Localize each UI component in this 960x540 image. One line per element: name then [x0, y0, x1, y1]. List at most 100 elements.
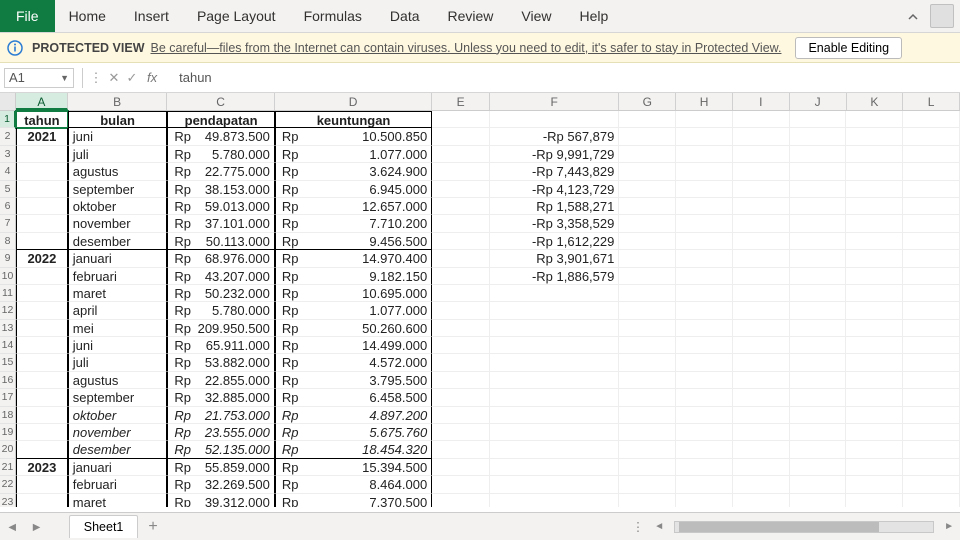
cell-empty[interactable]	[619, 354, 676, 371]
cell-empty[interactable]	[790, 163, 847, 180]
cell-f-value[interactable]	[490, 407, 619, 424]
cell-empty[interactable]	[432, 215, 490, 232]
cell-empty[interactable]	[790, 302, 847, 319]
cell-empty[interactable]	[432, 424, 490, 441]
cell-empty[interactable]	[619, 407, 676, 424]
cell-bulan[interactable]: maret	[68, 494, 168, 507]
cell-tahun[interactable]	[16, 181, 68, 198]
cell-tahun[interactable]	[16, 372, 68, 389]
tab-view[interactable]: View	[507, 0, 565, 32]
cell-empty[interactable]	[619, 441, 676, 458]
cell-f-value[interactable]: -Rp 3,358,529	[490, 215, 619, 232]
cell-f-value[interactable]	[490, 372, 619, 389]
cell-empty[interactable]	[676, 389, 733, 406]
cell-empty[interactable]	[846, 111, 903, 128]
cell-empty[interactable]	[733, 181, 790, 198]
cell-tahun[interactable]: 2023	[16, 459, 68, 476]
cell-tahun[interactable]	[16, 268, 68, 285]
tab-data[interactable]: Data	[376, 0, 434, 32]
cell-tahun[interactable]	[16, 215, 68, 232]
cell-empty[interactable]	[619, 215, 676, 232]
cell-tahun[interactable]	[16, 198, 68, 215]
cell-empty[interactable]	[790, 389, 847, 406]
sheet-nav-prev-icon[interactable]: ◄	[0, 520, 24, 534]
formula-content[interactable]: tahun	[163, 70, 960, 85]
cell-tahun[interactable]	[16, 320, 68, 337]
cell-empty[interactable]	[676, 459, 733, 476]
cell-empty[interactable]	[846, 372, 903, 389]
cell-empty[interactable]	[733, 198, 790, 215]
cell-empty[interactable]	[903, 163, 960, 180]
cell-empty[interactable]	[790, 285, 847, 302]
cell-pendapatan[interactable]: Rp39.312.000	[167, 494, 275, 507]
cell-pendapatan[interactable]: Rp55.859.000	[167, 459, 275, 476]
cell-empty[interactable]	[432, 337, 490, 354]
cell-bulan[interactable]: desember	[68, 233, 168, 250]
col-header-e[interactable]: E	[432, 93, 490, 110]
cell-tahun[interactable]	[16, 337, 68, 354]
cell-empty[interactable]	[846, 250, 903, 267]
cell-empty[interactable]	[619, 285, 676, 302]
cell-keuntungan[interactable]: Rp14.970.400	[275, 250, 432, 267]
row-header[interactable]: 6	[0, 198, 16, 215]
ribbon-display-options[interactable]	[930, 4, 954, 28]
cell-empty[interactable]	[676, 320, 733, 337]
cell-empty[interactable]	[676, 441, 733, 458]
cell-pendapatan[interactable]: Rp59.013.000	[167, 198, 275, 215]
row-header[interactable]: 19	[0, 424, 16, 441]
cell-empty[interactable]	[903, 268, 960, 285]
row-header[interactable]: 14	[0, 337, 16, 354]
cell-empty[interactable]	[432, 233, 490, 250]
cell-empty[interactable]	[676, 285, 733, 302]
cell-empty[interactable]	[903, 407, 960, 424]
cell-keuntungan[interactable]: Rp50.260.600	[275, 320, 432, 337]
cell-bulan[interactable]: juli	[68, 354, 168, 371]
cell-empty[interactable]	[432, 111, 490, 128]
cell-empty[interactable]	[903, 111, 960, 128]
cell-empty[interactable]	[846, 128, 903, 145]
cell-empty[interactable]	[846, 389, 903, 406]
file-tab[interactable]: File	[0, 0, 55, 32]
cell-empty[interactable]	[846, 268, 903, 285]
cell-empty[interactable]	[619, 337, 676, 354]
cell-empty[interactable]	[846, 302, 903, 319]
cell-empty[interactable]	[790, 494, 847, 507]
cell-tahun[interactable]	[16, 389, 68, 406]
cell-empty[interactable]	[733, 285, 790, 302]
cell-empty[interactable]	[846, 215, 903, 232]
cell-empty[interactable]	[903, 146, 960, 163]
cell-keuntungan[interactable]: Rp9.182.150	[275, 268, 432, 285]
cell-empty[interactable]	[676, 215, 733, 232]
row-header[interactable]: 23	[0, 494, 16, 507]
cell-f-value[interactable]	[490, 337, 619, 354]
cell-empty[interactable]	[903, 494, 960, 507]
cell-empty[interactable]	[432, 250, 490, 267]
cell-f-value[interactable]	[490, 354, 619, 371]
cell-bulan[interactable]: maret	[68, 285, 168, 302]
cell-tahun[interactable]	[16, 424, 68, 441]
row-header[interactable]: 8	[0, 233, 16, 250]
cell-empty[interactable]	[619, 128, 676, 145]
cell-empty[interactable]	[846, 320, 903, 337]
enter-icon[interactable]: ✓	[123, 70, 141, 86]
cell-empty[interactable]	[903, 372, 960, 389]
cell-empty[interactable]	[846, 233, 903, 250]
cell-keuntungan[interactable]: Rp6.458.500	[275, 389, 432, 406]
cell-tahun[interactable]	[16, 441, 68, 458]
cell-empty[interactable]	[790, 146, 847, 163]
cell-empty[interactable]	[790, 320, 847, 337]
cell-tahun[interactable]	[16, 494, 68, 507]
cell-pendapatan[interactable]: Rp43.207.000	[167, 268, 275, 285]
col-header-a[interactable]: A	[16, 93, 68, 110]
cell-empty[interactable]	[733, 476, 790, 493]
cell-empty[interactable]	[733, 215, 790, 232]
row-header[interactable]: 4	[0, 163, 16, 180]
cell-f-value[interactable]: Rp 3,901,671	[490, 250, 619, 267]
cell-empty[interactable]	[846, 181, 903, 198]
cell-empty[interactable]	[733, 459, 790, 476]
cell-empty[interactable]	[676, 233, 733, 250]
cell-empty[interactable]	[846, 285, 903, 302]
cell-pendapatan[interactable]: Rp32.885.000	[167, 389, 275, 406]
cell-empty[interactable]	[432, 389, 490, 406]
cell-f-value[interactable]	[490, 320, 619, 337]
